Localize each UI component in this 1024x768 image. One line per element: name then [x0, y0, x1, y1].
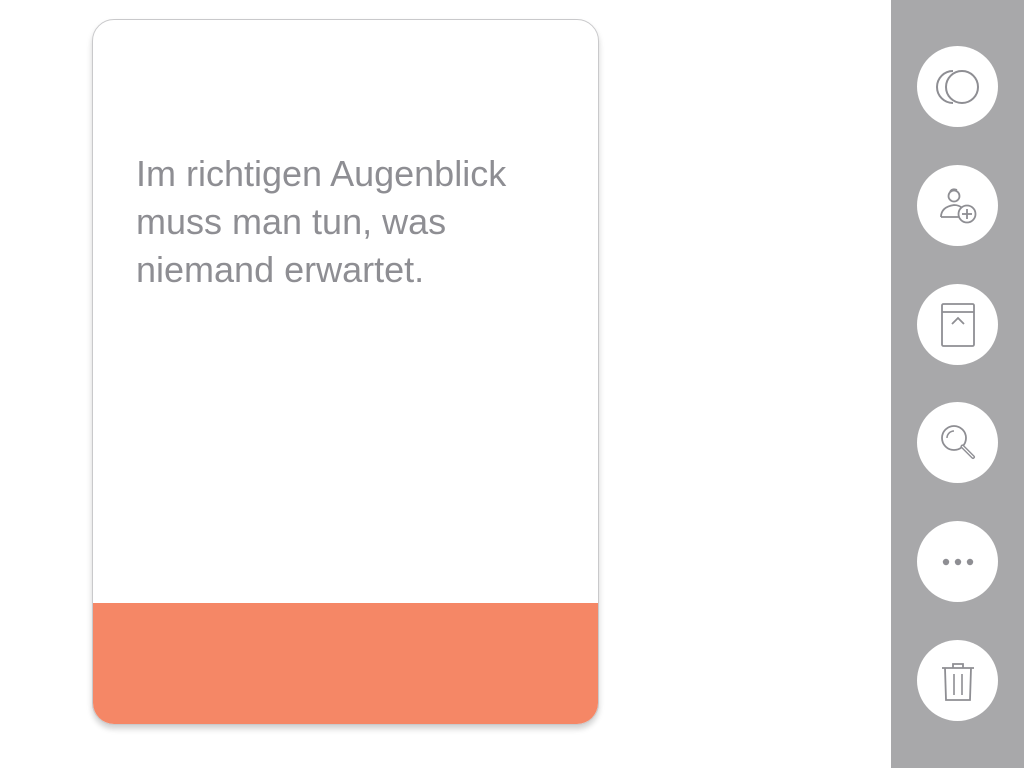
delete-button[interactable]	[917, 640, 998, 721]
theme-button[interactable]	[917, 46, 998, 127]
trash-icon	[941, 662, 974, 701]
overlapping-circles-icon	[935, 69, 979, 104]
side-toolbar	[891, 0, 1024, 768]
app-screen: Im richtigen Augenblick muss man tun, wa…	[0, 0, 1024, 768]
quote-card[interactable]: Im richtigen Augenblick muss man tun, wa…	[92, 19, 599, 725]
search-icon	[940, 424, 975, 459]
quote-text: Im richtigen Augenblick muss man tun, wa…	[136, 153, 507, 290]
more-options-icon	[942, 558, 973, 565]
card-color-footer	[93, 603, 598, 724]
search-button[interactable]	[917, 402, 998, 483]
archive-button[interactable]	[917, 284, 998, 365]
add-person-button[interactable]	[917, 165, 998, 246]
archive-box-icon	[940, 302, 975, 347]
add-person-icon	[939, 187, 976, 223]
more-options-button[interactable]	[917, 521, 998, 602]
